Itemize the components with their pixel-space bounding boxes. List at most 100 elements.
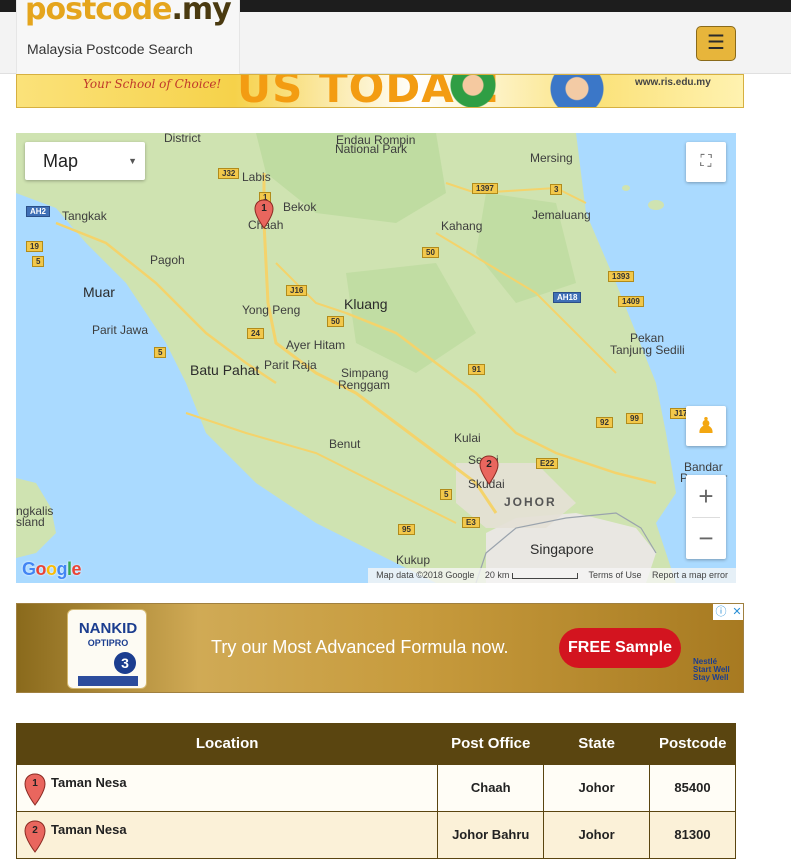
map-label-yongpeng: Yong Peng xyxy=(242,303,301,317)
location-link[interactable]: Taman Nesa xyxy=(51,775,127,790)
road-shield: 50 xyxy=(422,247,439,258)
map-label-np: National Park xyxy=(335,142,408,156)
road-shield: 99 xyxy=(626,413,643,424)
cell-state: Johor xyxy=(543,763,651,812)
ad-url: www.ris.edu.my xyxy=(635,77,711,88)
google-logo[interactable]: Google xyxy=(22,559,82,580)
product-stage: 3 xyxy=(114,652,136,674)
header-state: State xyxy=(543,723,650,764)
road-shield: 92 xyxy=(596,417,613,428)
zoom-divider xyxy=(692,517,720,518)
map-scale[interactable]: 20 km xyxy=(485,570,578,580)
road-shield: 5 xyxy=(154,347,167,358)
pegman-icon: ♟ xyxy=(696,413,716,438)
table-row[interactable]: 1 Taman Nesa Chaah Johor 85400 xyxy=(15,763,736,812)
ad-close-icon[interactable]: ✕ xyxy=(729,604,743,620)
site-tagline: Malaysia Postcode Search xyxy=(27,41,193,57)
map-label-singapore: Singapore xyxy=(530,541,594,557)
road-shield: 50 xyxy=(327,316,344,327)
cell-post-office: Johor Bahru xyxy=(437,810,545,859)
road-shield: 19 xyxy=(26,241,43,252)
logo-text: postcode.my xyxy=(25,0,232,27)
header-postcode: Postcode xyxy=(649,723,736,764)
table-row[interactable]: 2 Taman Nesa Johor Bahru Johor 81300 xyxy=(15,810,736,859)
free-sample-button[interactable]: FREE Sample xyxy=(559,628,681,668)
table-header-row: Location Post Office State Postcode xyxy=(15,723,736,764)
road-shield: J16 xyxy=(286,285,308,296)
ad-text: Try our Most Advanced Formula now. xyxy=(211,637,509,657)
header-post-office: Post Office xyxy=(437,723,544,764)
map-type-selector[interactable]: Map ▼ xyxy=(25,142,145,180)
nankid-advertisement[interactable]: NANKID OPTIPRO 3 Try our Most Advanced F… xyxy=(16,603,744,693)
map-label-johor: JOHOR xyxy=(504,495,557,509)
map-label-ayerhitam: Ayer Hitam xyxy=(286,338,346,352)
marker-number: 2 xyxy=(486,459,492,470)
row-marker: 2 xyxy=(24,819,46,853)
fullscreen-button[interactable]: ⛶ xyxy=(686,142,726,182)
road-shield: 95 xyxy=(398,524,415,535)
ad-school-text: Your School of Choice! xyxy=(83,77,222,91)
road-shield: AH18 xyxy=(553,292,582,303)
map-label-kukup: Kukup xyxy=(396,553,431,567)
report-error-link[interactable]: Report a map error xyxy=(652,570,728,580)
header-location: Location xyxy=(15,723,438,764)
map-label-bekok: Bekok xyxy=(283,200,317,214)
scale-bar xyxy=(511,572,578,579)
road-shield: J32 xyxy=(218,168,240,179)
cell-postcode: 81300 xyxy=(649,810,736,859)
marker-number: 1 xyxy=(261,203,267,214)
cell-state: Johor xyxy=(543,810,651,859)
ad-student-image xyxy=(445,75,515,107)
road-shield: 91 xyxy=(468,364,485,375)
cell-post-office: Chaah xyxy=(437,763,545,812)
row-marker: 1 xyxy=(24,772,46,806)
ad-student-image xyxy=(537,75,617,107)
site-logo[interactable]: postcode.my Malaysia Postcode Search xyxy=(16,0,240,74)
road-shield: 5 xyxy=(440,489,453,500)
map-data-credit: Map data ©2018 Google xyxy=(376,570,475,580)
product-can-image: NANKID OPTIPRO 3 xyxy=(67,609,147,689)
map-label-renggam: Renggam xyxy=(338,378,391,392)
road-shield: 1409 xyxy=(618,296,644,307)
zoom-out-button[interactable]: − xyxy=(686,517,726,559)
map-label-batupahat: Batu Pahat xyxy=(190,362,260,378)
top-advertisement[interactable]: Your School of Choice! US TODAY! www.ris… xyxy=(16,74,744,108)
ad-info-icon[interactable]: ⓘ xyxy=(713,604,729,620)
location-link[interactable]: Taman Nesa xyxy=(51,822,127,837)
postcode-results-table: Location Post Office State Postcode 1 Ta… xyxy=(15,723,736,859)
fullscreen-icon: ⛶ xyxy=(700,153,712,170)
road-shield: AH2 xyxy=(26,206,51,217)
cell-postcode: 85400 xyxy=(649,763,736,812)
hamburger-menu-button[interactable]: ☰ xyxy=(696,26,736,61)
product-brand: NANKID xyxy=(78,620,138,637)
road-shield: E22 xyxy=(536,458,559,469)
map-marker[interactable]: 2 xyxy=(479,455,499,485)
map-type-label: Map xyxy=(43,151,79,171)
map-label-jemaluang: Jemaluang xyxy=(532,208,591,222)
terms-link[interactable]: Terms of Use xyxy=(588,570,641,580)
map-label-labis: Labis xyxy=(242,170,271,184)
dropdown-caret-icon: ▼ xyxy=(128,156,137,166)
map-label-mersing: Mersing xyxy=(530,151,573,165)
road-shield: 1393 xyxy=(608,271,634,282)
google-map[interactable]: Endau Rompin National Park District Labi… xyxy=(16,133,736,583)
map-label-paritjawa: Parit Jawa xyxy=(92,323,149,337)
map-marker[interactable]: 1 xyxy=(254,199,274,229)
zoom-in-button[interactable]: + xyxy=(686,475,726,517)
cell-location: 2 Taman Nesa xyxy=(15,810,439,859)
nestle-logo: Nestlé Start Well Stay Well xyxy=(693,657,730,682)
product-sub: OPTIPRO xyxy=(87,638,129,648)
map-label-paritraja: Parit Raja xyxy=(264,358,317,372)
map-label-sland: sland xyxy=(16,515,45,529)
road-shield: E3 xyxy=(462,517,480,528)
map-base-layer xyxy=(16,133,736,583)
ad-choices[interactable]: ⓘ ✕ xyxy=(713,604,743,620)
street-view-pegman[interactable]: ♟ xyxy=(686,406,726,446)
zoom-control: + − xyxy=(686,475,726,559)
map-label-kahang: Kahang xyxy=(441,219,483,233)
menu-icon: ☰ xyxy=(707,32,725,54)
road-shield: 5 xyxy=(32,256,45,267)
map-label-kluang: Kluang xyxy=(344,296,388,312)
map-label-district: District xyxy=(164,133,201,145)
road-shield: 24 xyxy=(247,328,264,339)
